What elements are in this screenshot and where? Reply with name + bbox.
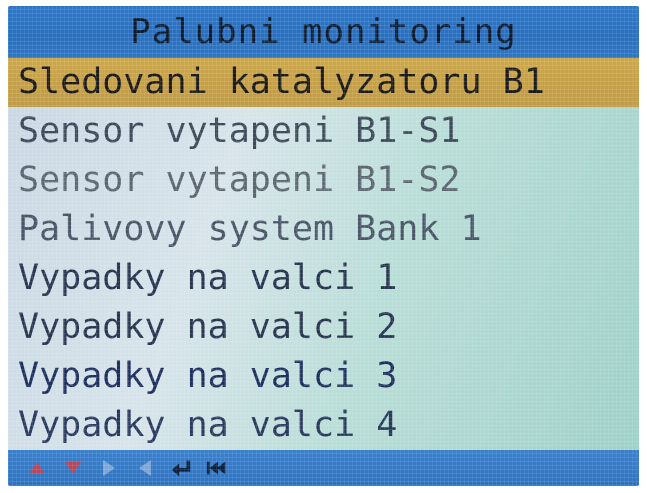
menu-item-misfire-cyl4[interactable]: Vypadky na valci 4: [8, 401, 639, 450]
menu-item-misfire-cyl1[interactable]: Vypadky na valci 1: [8, 254, 639, 303]
menu-item-label: Sensor vytapeni B1-S1: [18, 111, 461, 151]
menu-item-label: Vypadky na valci 4: [18, 405, 398, 445]
menu-item-label: Sledovani katalyzatoru B1: [18, 62, 545, 102]
left-arrow-icon[interactable]: [134, 457, 156, 479]
menu-item-fuel-system-bank1[interactable]: Palivovy system Bank 1: [8, 205, 639, 254]
scan-tool-screen: Palubni monitoring Sledovani katalyzator…: [8, 6, 639, 486]
menu-item-heater-b1s1[interactable]: Sensor vytapeni B1-S1: [8, 107, 639, 156]
up-arrow-icon[interactable]: [26, 457, 48, 479]
menu-item-label: Palivovy system Bank 1: [18, 209, 482, 249]
status-bar: [8, 450, 639, 486]
menu-item-label: Sensor vytapeni B1-S2: [18, 160, 461, 200]
menu-item-label: Vypadky na valci 3: [18, 356, 398, 396]
menu-item-misfire-cyl3[interactable]: Vypadky na valci 3: [8, 352, 639, 401]
menu-item-heater-b1s2[interactable]: Sensor vytapeni B1-S2: [8, 156, 639, 205]
enter-icon[interactable]: [170, 457, 192, 479]
menu-item-misfire-cyl2[interactable]: Vypadky na valci 2: [8, 303, 639, 352]
right-arrow-icon[interactable]: [98, 457, 120, 479]
page-title: Palubni monitoring: [130, 12, 517, 52]
menu-item-label: Vypadky na valci 2: [18, 307, 398, 347]
back-to-start-icon[interactable]: [206, 457, 228, 479]
menu-item-label: Vypadky na valci 1: [18, 258, 398, 298]
title-bar: Palubni monitoring: [8, 6, 639, 58]
menu-item-catalyst-monitor[interactable]: Sledovani katalyzatoru B1: [8, 58, 639, 107]
down-arrow-icon[interactable]: [62, 457, 84, 479]
monitor-menu: Sledovani katalyzatoru B1 Sensor vytapen…: [8, 58, 639, 450]
